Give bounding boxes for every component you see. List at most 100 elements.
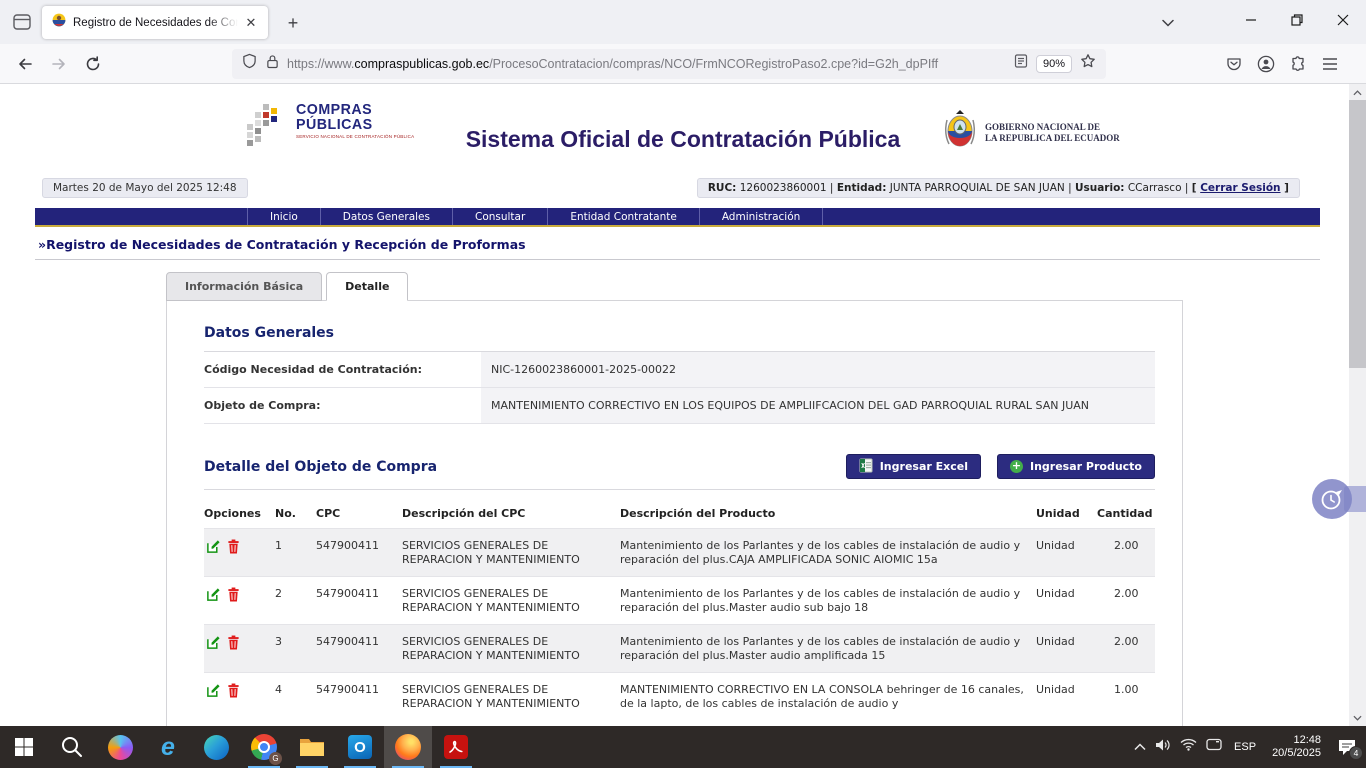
nav-item-datos-generales[interactable]: Datos Generales: [321, 208, 453, 225]
logout-link[interactable]: Cerrar Sesión: [1200, 182, 1280, 194]
cpc-code: 547900411: [316, 683, 402, 697]
dg-row-objeto: Objeto de Compra: MANTENIMIENTO CORRECTI…: [204, 388, 1155, 424]
delete-icon[interactable]: [227, 635, 240, 654]
wifi-icon[interactable]: [1180, 738, 1197, 756]
quantity: 2.00: [1097, 539, 1157, 553]
cpc-code: 547900411: [316, 587, 402, 601]
table-row: 2 547900411 SERVICIOS GENERALES DE REPAR…: [204, 576, 1155, 624]
windows-taskbar: e G O ESP 12:48 20/5/2025 4: [0, 726, 1366, 768]
edit-icon[interactable]: [206, 683, 221, 702]
dg-label: Objeto de Compra:: [204, 388, 481, 423]
tab-detalle[interactable]: Detalle: [326, 272, 408, 301]
nav-item-inicio[interactable]: Inicio: [247, 208, 321, 225]
nav-item-administracion[interactable]: Administración: [700, 208, 824, 225]
outlook-icon[interactable]: O: [336, 726, 384, 768]
main-nav: Inicio Datos Generales Consultar Entidad…: [35, 208, 1320, 227]
account-icon[interactable]: [1250, 49, 1282, 79]
volume-icon[interactable]: [1155, 738, 1171, 757]
product-table-header: Opciones No. CPC Descripción del CPC Des…: [204, 498, 1155, 528]
page-scrollbar[interactable]: [1349, 84, 1366, 726]
new-tab-button[interactable]: +: [280, 10, 306, 36]
edit-icon[interactable]: [206, 539, 221, 558]
start-button-icon[interactable]: [0, 726, 48, 768]
tab-close-icon[interactable]: ✕: [242, 14, 260, 32]
dg-value: NIC-1260023860001-2025-00022: [481, 352, 1155, 387]
search-icon[interactable]: [48, 726, 96, 768]
page-content: COMPRAS PÚBLICAS SERVICIO NACIONAL DE CO…: [0, 84, 1366, 726]
lock-icon[interactable]: [266, 54, 279, 74]
delete-icon[interactable]: [227, 587, 240, 606]
cpc-code: 547900411: [316, 635, 402, 649]
detail-panel: Datos Generales Código Necesidad de Cont…: [166, 300, 1183, 726]
tray-chevron-up-icon[interactable]: [1134, 738, 1146, 756]
clock-widget-icon[interactable]: [1312, 479, 1352, 519]
copilot-icon[interactable]: [96, 726, 144, 768]
chrome-icon[interactable]: G: [240, 726, 288, 768]
reader-view-icon[interactable]: [1014, 54, 1028, 73]
zoom-level-badge[interactable]: 90%: [1036, 55, 1072, 73]
firefox-view-icon[interactable]: [12, 12, 32, 32]
delete-icon[interactable]: [227, 683, 240, 702]
ingresar-producto-button[interactable]: + Ingresar Producto: [997, 454, 1155, 479]
ingresar-producto-label: Ingresar Producto: [1030, 460, 1142, 473]
cpc-description: SERVICIOS GENERALES DE REPARACION Y MANT…: [402, 587, 620, 615]
cpc-code: 547900411: [316, 539, 402, 553]
detalle-heading: Detalle del Objeto de Compra: [204, 459, 830, 475]
minimize-button[interactable]: [1228, 0, 1274, 40]
scroll-up-icon[interactable]: [1349, 85, 1366, 100]
tab-list-chevron-icon[interactable]: [1156, 12, 1180, 34]
notification-center-icon[interactable]: 4: [1334, 734, 1360, 760]
reload-icon[interactable]: [78, 49, 108, 79]
delete-icon[interactable]: [227, 539, 240, 558]
scroll-down-icon[interactable]: [1349, 710, 1366, 725]
nav-item-consultar[interactable]: Consultar: [453, 208, 548, 225]
display-cast-icon[interactable]: [1206, 738, 1222, 756]
url-text: https://www.compraspublicas.gob.ec/Proce…: [287, 57, 1014, 71]
tab-informacion-basica[interactable]: Información Básica: [166, 272, 322, 301]
forward-icon[interactable]: [44, 49, 74, 79]
datetime-chip: Martes 20 de Mayo del 2025 12:48: [42, 178, 248, 198]
dg-value: MANTENIMIENTO CORRECTIVO EN LOS EQUIPOS …: [481, 388, 1155, 423]
ingresar-excel-button[interactable]: Ingresar Excel: [846, 454, 981, 479]
unit: Unidad: [1036, 587, 1097, 601]
floating-assistant-widget[interactable]: [1326, 483, 1366, 515]
nav-item-entidad-contratante[interactable]: Entidad Contratante: [548, 208, 700, 225]
bookmark-star-icon[interactable]: [1080, 53, 1096, 74]
cpc-description: SERVICIOS GENERALES DE REPARACION Y MANT…: [402, 539, 620, 567]
product-description: MANTENIMIENTO CORRECTIVO EN LA CONSOLA b…: [620, 683, 1036, 711]
edit-icon[interactable]: [206, 587, 221, 606]
content-tabs: Información Básica Detalle: [166, 272, 412, 301]
scrollbar-thumb[interactable]: [1349, 100, 1366, 368]
plus-icon: +: [1010, 460, 1023, 473]
quantity: 2.00: [1097, 635, 1157, 649]
acrobat-icon[interactable]: [432, 726, 480, 768]
clock[interactable]: 12:48 20/5/2025: [1268, 734, 1325, 760]
browser-tab[interactable]: Registro de Necesidades de Con ✕: [42, 6, 268, 39]
row-number: 2: [275, 587, 316, 601]
edit-icon[interactable]: [206, 635, 221, 654]
datos-generales-heading: Datos Generales: [204, 325, 1155, 341]
quantity: 2.00: [1097, 587, 1157, 601]
close-button[interactable]: [1320, 0, 1366, 40]
firefox-icon[interactable]: [384, 726, 432, 768]
ingresar-excel-label: Ingresar Excel: [880, 460, 968, 473]
back-icon[interactable]: [10, 49, 40, 79]
restore-button[interactable]: [1274, 0, 1320, 40]
file-explorer-icon[interactable]: [288, 726, 336, 768]
session-bar: RUC: 1260023860001 | Entidad: JUNTA PARR…: [697, 178, 1300, 198]
unit: Unidad: [1036, 539, 1097, 553]
language-indicator[interactable]: ESP: [1231, 741, 1259, 753]
extensions-puzzle-icon[interactable]: [1282, 49, 1314, 79]
pocket-icon[interactable]: [1218, 49, 1250, 79]
menu-hamburger-icon[interactable]: [1314, 49, 1346, 79]
url-bar[interactable]: https://www.compraspublicas.gob.ec/Proce…: [232, 49, 1106, 79]
shield-icon[interactable]: [242, 53, 257, 74]
ecuador-coat-of-arms-icon: [943, 108, 977, 157]
divider: [35, 259, 1320, 260]
internet-explorer-icon[interactable]: e: [144, 726, 192, 768]
edge-icon[interactable]: [192, 726, 240, 768]
excel-icon: [859, 458, 873, 476]
gov-line1: GOBIERNO NACIONAL DE: [985, 122, 1120, 133]
notification-count-badge: 4: [1349, 746, 1363, 760]
favicon: [52, 13, 66, 32]
